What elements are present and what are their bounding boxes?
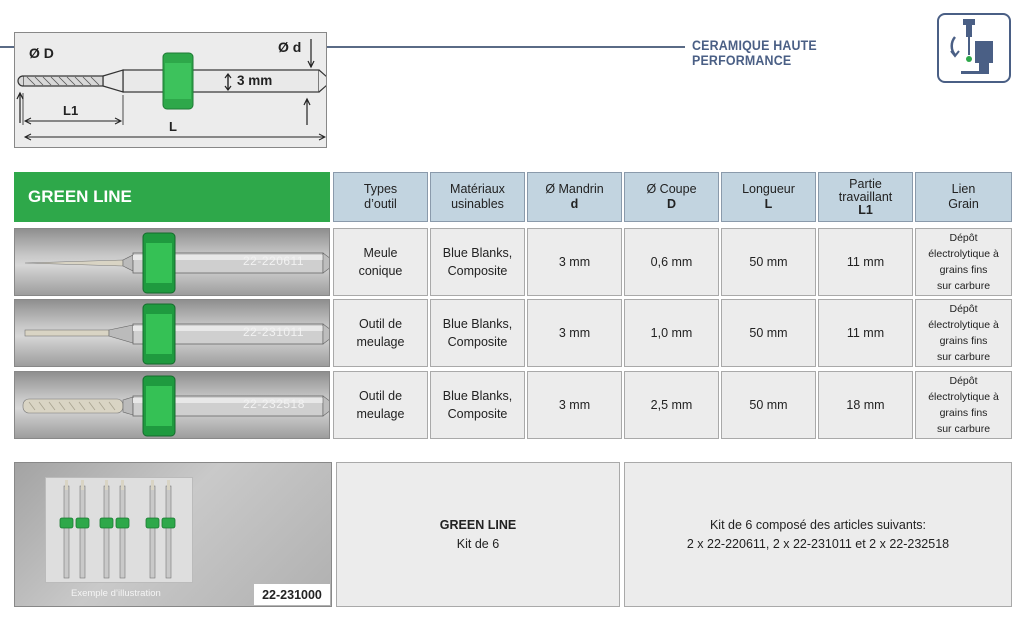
tool-image-1: 22-220611 [14, 228, 330, 296]
cell-shank: 3 mm [527, 371, 622, 439]
header-working-part: Partie travaillant L1 [818, 172, 913, 222]
kit-name-cell: GREEN LINE Kit de 6 [336, 462, 620, 607]
bond-line2: électrolytique à [928, 391, 999, 403]
tool-code: 22-232518 [243, 397, 305, 411]
kit-title: GREEN LINE [439, 517, 517, 532]
cell-working: 11 mm [818, 299, 913, 367]
cell-materials: Blue Blanks, Composite [430, 228, 525, 296]
kit-box [45, 477, 193, 583]
cell-bond: Dépôt électrolytique à grains fins sur c… [915, 371, 1012, 439]
kit-code: 22-231000 [254, 584, 330, 605]
header-title: CERAMIQUE HAUTE PERFORMANCE [692, 38, 817, 68]
header-line2: usinables [451, 197, 504, 211]
materials-line1: Blue Blanks, [442, 389, 513, 403]
type-line1: Outil de [358, 317, 403, 331]
type-line2: meulage [356, 335, 405, 349]
bond-line1: Dépôt [949, 375, 978, 387]
tool-image-2: 22-231011 [14, 299, 330, 367]
header-rule [327, 46, 685, 48]
section-title: GREEN LINE [14, 172, 330, 222]
cell-length: 50 mm [721, 371, 816, 439]
type-line1: Outil de [358, 389, 403, 403]
label-cut-diameter: Ø D [29, 45, 54, 61]
kit-subtitle: Kit de 6 [456, 536, 500, 551]
kit-description-cell: Kit de 6 composé des articles suivants: … [624, 462, 1012, 607]
cell-materials: Blue Blanks, Composite [430, 371, 525, 439]
cell-shank: 3 mm [527, 299, 622, 367]
header-sub: d [570, 197, 579, 211]
cell-cut: 2,5 mm [624, 371, 719, 439]
type-line2: meulage [356, 407, 405, 421]
materials-line2: Composite [447, 407, 508, 421]
bond-line3: grains fins [939, 407, 988, 419]
kit-caption: Exemple d’illustration [71, 588, 161, 599]
type-line1: Meule [363, 246, 398, 260]
kit-desc-line1: Kit de 6 composé des articles suivants: [709, 517, 927, 532]
header-line1: Partie [849, 176, 882, 191]
bond-line4: sur carbure [936, 423, 991, 435]
header-shank-diameter: Ø Mandrin d [527, 172, 622, 222]
cell-bond: Dépôt électrolytique à grains fins sur c… [915, 299, 1012, 367]
header-sub: L [764, 197, 773, 211]
materials-line1: Blue Blanks, [442, 317, 513, 331]
cell-cut: 1,0 mm [624, 299, 719, 367]
bond-line2: électrolytique à [928, 248, 999, 260]
bond-line1: Dépôt [949, 303, 978, 315]
cell-tool-type: Outil de meulage [333, 371, 428, 439]
header-line1: Ø Mandrin [545, 182, 604, 196]
bond-line4: sur carbure [936, 280, 991, 292]
bond-line4: sur carbure [936, 351, 991, 363]
header-line1: Types [363, 182, 398, 196]
cell-shank: 3 mm [527, 228, 622, 296]
materials-line2: Composite [447, 335, 508, 349]
cell-working: 11 mm [818, 228, 913, 296]
label-total-length: L [169, 119, 177, 134]
header-length: Longueur L [721, 172, 816, 222]
cell-working: 18 mm [818, 371, 913, 439]
label-shank-size: 3 mm [237, 73, 273, 88]
tool-code: 22-220611 [243, 254, 304, 268]
grinding-machine-icon [937, 13, 1011, 83]
materials-line2: Composite [447, 264, 508, 278]
kit-desc-line2: 2 x 22-220611, 2 x 22-231011 et 2 x 22-2… [686, 536, 950, 551]
tool-schematic: Ø D Ø d 3 mm L1 L [14, 32, 327, 148]
header-line1: Ø Coupe [646, 182, 697, 196]
header-tool-type: Types d’outil [333, 172, 428, 222]
label-working-length: L1 [63, 103, 79, 118]
tool-image-3: 22-232518 [14, 371, 330, 439]
materials-line1: Blue Blanks, [442, 246, 513, 260]
bond-line3: grains fins [939, 264, 988, 276]
header-sub: D [666, 197, 677, 211]
header-bond: Lien Grain [915, 172, 1012, 222]
cell-length: 50 mm [721, 228, 816, 296]
header-sub: L1 [858, 202, 873, 217]
cell-length: 50 mm [721, 299, 816, 367]
cell-tool-type: Meule conique [333, 228, 428, 296]
header-line2: Grain [948, 197, 979, 211]
cell-materials: Blue Blanks, Composite [430, 299, 525, 367]
cell-cut: 0,6 mm [624, 228, 719, 296]
header-cut-diameter: Ø Coupe D [624, 172, 719, 222]
header-line1: Matériaux [450, 182, 505, 196]
tool-code: 22-231011 [243, 325, 304, 339]
header-line1: Lien [951, 182, 976, 196]
header-line2: travaillant [838, 189, 893, 204]
cell-bond: Dépôt électrolytique à grains fins sur c… [915, 228, 1012, 296]
bond-line2: électrolytique à [928, 319, 999, 331]
label-shank-diameter: Ø d [278, 39, 302, 55]
header-line2: d’outil [364, 197, 397, 211]
cell-tool-type: Outil de meulage [333, 299, 428, 367]
bond-line1: Dépôt [949, 232, 978, 244]
header-materials: Matériaux usinables [430, 172, 525, 222]
bond-line3: grains fins [939, 335, 988, 347]
kit-photo: Exemple d’illustration 22-231000 [14, 462, 332, 607]
header-line1: Longueur [742, 182, 795, 196]
type-line2: conique [358, 264, 403, 278]
